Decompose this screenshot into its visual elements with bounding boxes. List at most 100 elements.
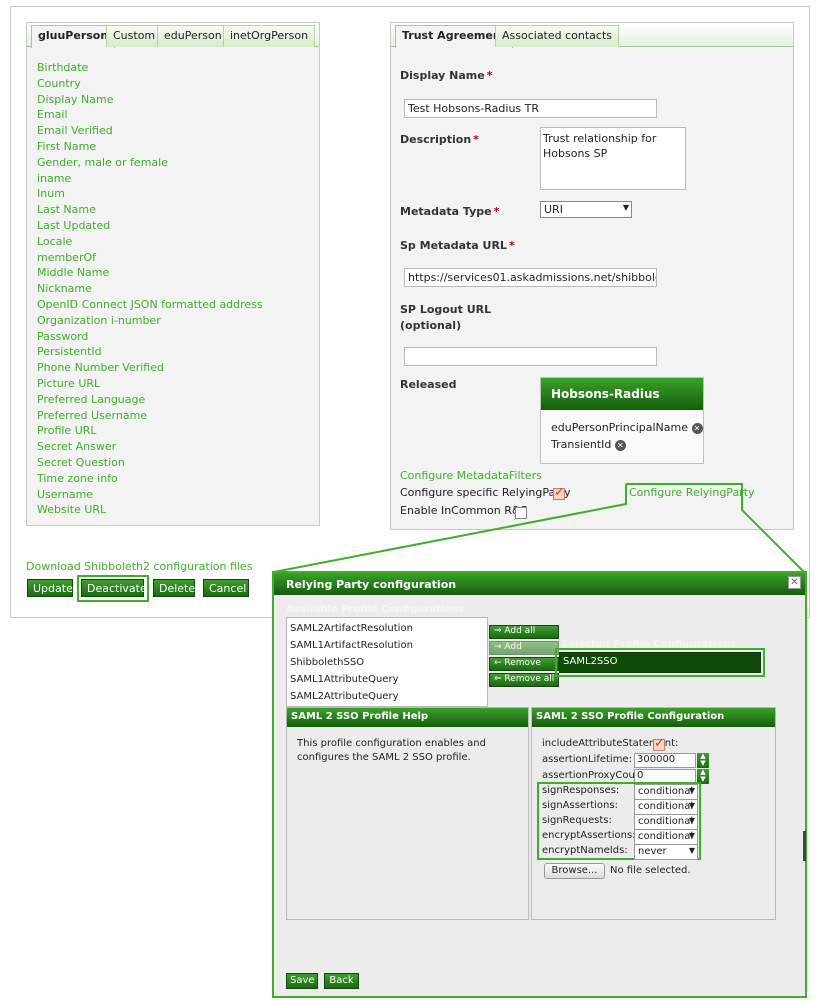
- released-box: Hobsons-Radius eduPersonPrincipalName ✕ …: [540, 377, 704, 464]
- display-name-label: Display Name *: [400, 69, 493, 82]
- attribute-link[interactable]: Email: [37, 108, 68, 121]
- attribute-link[interactable]: Last Name: [37, 203, 96, 216]
- list-item[interactable]: ShibbolethSSO: [290, 657, 364, 668]
- released-item: eduPersonPrincipalName ✕: [551, 421, 703, 434]
- remove-icon[interactable]: ✕: [691, 422, 703, 434]
- sign-responses-label: signResponses:: [542, 785, 620, 796]
- attribute-link[interactable]: Username: [37, 488, 93, 501]
- tab-gluuperson[interactable]: gluuPerson: [31, 25, 116, 48]
- sign-requests-select[interactable]: conditional ▼: [634, 814, 698, 830]
- released-header: Hobsons-Radius: [541, 378, 703, 410]
- display-name-input[interactable]: Test Hobsons-Radius TR: [404, 99, 657, 118]
- list-item[interactable]: SAML1ArtifactResolution: [290, 640, 413, 651]
- add-button[interactable]: → Add: [489, 641, 559, 655]
- attribute-link[interactable]: Last Updated: [37, 219, 110, 232]
- list-item[interactable]: SAML2AttributeQuery: [290, 691, 398, 702]
- attribute-link[interactable]: Password: [37, 330, 88, 343]
- remove-icon[interactable]: ✕: [614, 439, 626, 451]
- update-button[interactable]: Update: [27, 579, 73, 597]
- include-attribute-checkbox[interactable]: [653, 736, 665, 751]
- attribute-link[interactable]: Birthdate: [37, 61, 88, 74]
- encrypt-nameids-label: encryptNameIds:: [542, 845, 628, 856]
- delete-button[interactable]: Delete: [153, 579, 195, 597]
- chevron-down-icon: ▼: [688, 831, 695, 840]
- chevron-down-icon: ▼: [688, 846, 695, 855]
- profile-help-box: SAML 2 SSO Profile Help This profile con…: [286, 707, 529, 920]
- list-item[interactable]: SAML1AttributeQuery: [290, 674, 398, 685]
- list-item[interactable]: SAML2SSO: [563, 656, 618, 667]
- assertion-lifetime-label: assertionLifetime:: [542, 754, 632, 765]
- attribute-link[interactable]: iname: [37, 172, 71, 185]
- attribute-link[interactable]: Email Verified: [37, 124, 113, 137]
- description-textarea[interactable]: Trust relationship for Hobsons SP: [540, 127, 686, 190]
- assertion-proxy-label: assertionProxyCount:: [542, 770, 649, 781]
- encrypt-assertions-label: encryptAssertions:: [542, 830, 636, 841]
- attribute-link[interactable]: Phone Number Verified: [37, 361, 164, 374]
- attribute-link[interactable]: Gender, male or female: [37, 156, 168, 169]
- assertion-lifetime-input[interactable]: 300000: [634, 753, 696, 768]
- attribute-link[interactable]: Middle Name: [37, 266, 109, 279]
- profile-help-text: This profile configuration enables and c…: [297, 738, 486, 763]
- close-icon[interactable]: ✕: [788, 576, 801, 589]
- sp-metadata-url-input[interactable]: https://services01.askadmissions.net/shi…: [404, 268, 657, 287]
- attribute-link[interactable]: OpenID Connect JSON formatted address: [37, 298, 263, 311]
- dialog-title: Relying Party configuration: [286, 578, 457, 591]
- dialog-scrollbar[interactable]: [803, 831, 806, 861]
- attribute-link[interactable]: Inum: [37, 187, 65, 200]
- metadata-type-select[interactable]: URI ▼: [540, 201, 632, 218]
- browse-button[interactable]: Browse...: [544, 863, 605, 879]
- chevron-down-icon: ▼: [688, 786, 695, 795]
- list-item[interactable]: SAML2ArtifactResolution: [290, 623, 413, 634]
- configure-specific-rp-label: Configure specific RelyingParty: [400, 486, 571, 499]
- attribute-link[interactable]: Website URL: [37, 503, 106, 516]
- configure-metadata-filters-link[interactable]: Configure MetadataFilters: [400, 469, 542, 482]
- sign-requests-label: signRequests:: [542, 815, 612, 826]
- assertion-lifetime-stepper[interactable]: ▲ ▼: [697, 753, 709, 768]
- encrypt-nameids-select[interactable]: never ▼: [634, 844, 698, 860]
- attribute-link[interactable]: Secret Question: [37, 456, 125, 469]
- available-list[interactable]: SAML2ArtifactResolution SAML1ArtifactRes…: [286, 617, 488, 707]
- trust-tabbar: Trust Agreement Associated contacts: [391, 23, 793, 48]
- no-file-label: No file selected.: [610, 865, 691, 876]
- deactivate-highlight: [77, 575, 149, 602]
- attribute-link[interactable]: Country: [37, 77, 81, 90]
- attribute-link[interactable]: Profile URL: [37, 424, 97, 437]
- encrypt-assertions-select[interactable]: conditional ▼: [634, 829, 698, 845]
- cancel-button[interactable]: Cancel: [203, 579, 249, 597]
- enable-incommon-label: Enable InCommon R&S: [400, 504, 528, 517]
- tab-custom[interactable]: Custom: [106, 25, 163, 47]
- attribute-link[interactable]: Preferred Language: [37, 393, 145, 406]
- remove-button[interactable]: ← Remove: [489, 657, 559, 671]
- attribute-link[interactable]: Locale: [37, 235, 72, 248]
- download-config-link[interactable]: Download Shibboleth2 configuration files: [26, 560, 252, 573]
- sp-logout-input[interactable]: [404, 347, 657, 366]
- attribute-panel: gluuPerson Custom eduPerson inetOrgPerso…: [26, 22, 320, 526]
- attribute-link[interactable]: memberOf: [37, 251, 96, 264]
- profile-help-header: SAML 2 SSO Profile Help: [287, 708, 528, 727]
- tab-associated-contacts[interactable]: Associated contacts: [495, 25, 620, 47]
- attribute-link[interactable]: PersistentId: [37, 345, 102, 358]
- back-button[interactable]: Back: [324, 973, 359, 989]
- enable-incommon-checkbox[interactable]: [515, 507, 527, 519]
- remove-all-button[interactable]: ⇐ Remove all: [489, 673, 559, 687]
- save-button[interactable]: Save: [286, 973, 318, 989]
- chevron-down-icon: ▼: [688, 816, 695, 825]
- attribute-link[interactable]: Picture URL: [37, 377, 100, 390]
- configure-rp-link[interactable]: Configure RelyingParty: [629, 486, 755, 499]
- attribute-link[interactable]: Preferred Username: [37, 409, 147, 422]
- attribute-link[interactable]: Display Name: [37, 93, 114, 106]
- attribute-link[interactable]: Nickname: [37, 282, 92, 295]
- tab-eduperson[interactable]: eduPerson: [157, 25, 229, 47]
- tab-inetorgperson[interactable]: inetOrgPerson: [223, 25, 316, 47]
- attribute-link[interactable]: Organization i-number: [37, 314, 161, 327]
- add-all-button[interactable]: ⇒ Add all: [489, 625, 559, 639]
- dialog-titlebar: Relying Party configuration: [274, 573, 805, 595]
- attribute-link[interactable]: First Name: [37, 140, 96, 153]
- attribute-link[interactable]: Secret Answer: [37, 440, 116, 453]
- sign-assertions-select[interactable]: conditional ▼: [634, 799, 698, 815]
- attribute-link[interactable]: Time zone info: [37, 472, 118, 485]
- configure-specific-rp-checkbox[interactable]: [553, 485, 565, 500]
- profile-config-box: SAML 2 SSO Profile Configuration include…: [531, 707, 776, 920]
- selected-list[interactable]: SAML2SSO: [559, 652, 761, 673]
- sign-responses-select[interactable]: conditional ▼: [634, 784, 698, 800]
